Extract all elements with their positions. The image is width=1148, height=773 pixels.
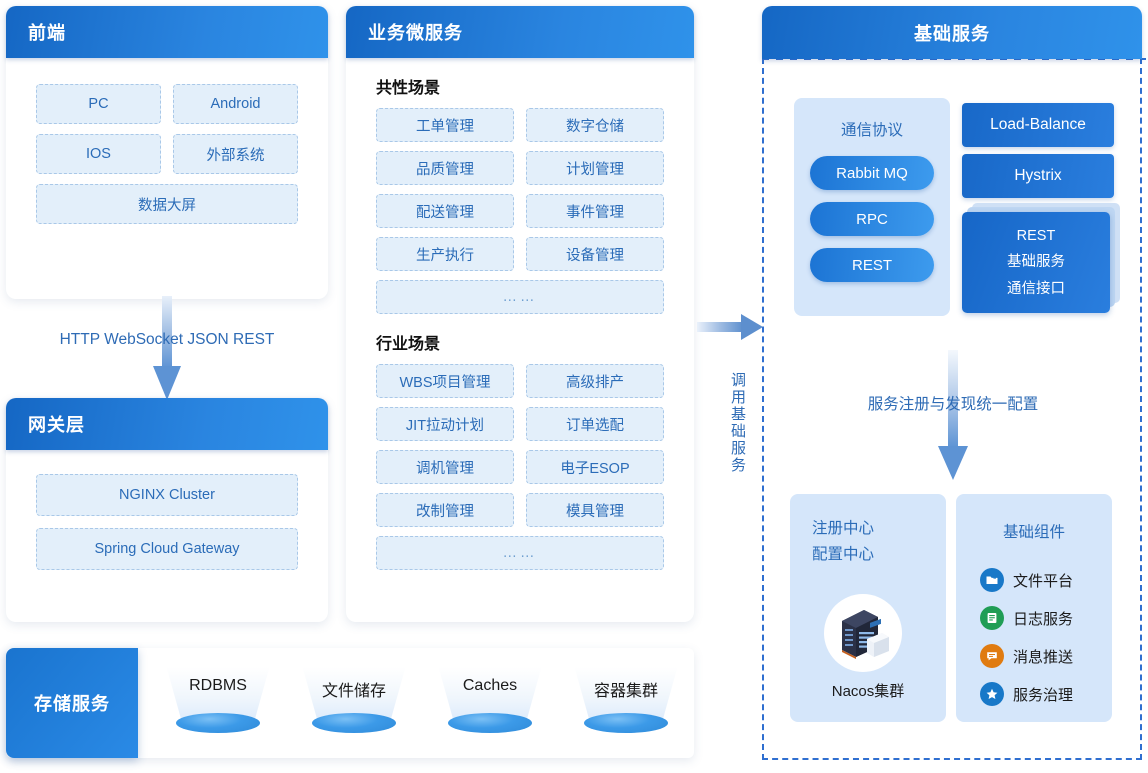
ms-item-equipment[interactable]: 设备管理 — [526, 237, 664, 271]
ms-industry-more[interactable]: …… — [376, 536, 664, 570]
gateway-items: NGINX Cluster Spring Cloud Gateway — [6, 450, 328, 570]
storage-item-label: RDBMS — [189, 677, 247, 694]
ms-item-delivery[interactable]: 配送管理 — [376, 194, 514, 228]
component-label: 服务治理 — [1013, 686, 1074, 704]
common-scenarios-items: 工单管理 数字仓储 品质管理 计划管理 配送管理 事件管理 生产执行 设备管理 … — [346, 108, 694, 314]
nacos-server-icon — [824, 594, 902, 672]
frontend-item-ios[interactable]: IOS — [36, 134, 161, 174]
component-service-governance[interactable]: 服务治理 — [980, 682, 1073, 706]
microservices-header: 业务微服务 — [346, 6, 694, 58]
frontend-title: 前端 — [28, 23, 66, 43]
component-label: 文件平台 — [1013, 572, 1074, 590]
arrow-registry-icon — [938, 350, 968, 480]
ms-item-production-exec[interactable]: 生产执行 — [376, 237, 514, 271]
protocol-pill-rest[interactable]: REST — [810, 248, 934, 282]
industry-scenarios-items: WBS项目管理 高级排产 JIT拉动计划 订单选配 调机管理 电子ESOP 改制… — [346, 364, 694, 570]
funnel-disc — [584, 713, 668, 733]
base-components-box: 基础组件 文件平台 日志服务 消息推送 服务治理 — [956, 494, 1112, 722]
base-components-list: 文件平台 日志服务 消息推送 服务治理 — [980, 568, 1073, 706]
registry-arrow-label: 服务注册与发现统一配置 — [867, 396, 1039, 413]
base-card-hystrix[interactable]: Hystrix — [962, 154, 1114, 198]
gateway-item-nginx-cluster[interactable]: NGINX Cluster — [36, 474, 298, 516]
folder-icon — [980, 568, 1004, 592]
registry-center-box: 注册中心 配置中心 Nacos集群 — [790, 494, 946, 722]
frontend-panel: 前端 PC Android IOS 外部系统 数据大屏 — [6, 6, 328, 299]
base-components-title: 基础组件 — [1002, 524, 1065, 541]
registry-title-line1: 注册中心 — [812, 520, 875, 537]
ms-item-work-order[interactable]: 工单管理 — [376, 108, 514, 142]
ms-item-plan[interactable]: 计划管理 — [526, 151, 664, 185]
protocol-pill-rabbitmq[interactable]: Rabbit MQ — [810, 156, 934, 190]
ms-item-event[interactable]: 事件管理 — [526, 194, 664, 228]
frontend-item-pc[interactable]: PC — [36, 84, 161, 124]
component-log-service[interactable]: 日志服务 — [980, 606, 1073, 630]
architecture-diagram: 前端 PC Android IOS 外部系统 数据大屏 HTTP WebSock… — [0, 0, 1148, 773]
arrow-to-base-service-icon — [697, 314, 763, 340]
ms-item-order-config[interactable]: 订单选配 — [526, 407, 664, 441]
ms-item-wbs-project[interactable]: WBS项目管理 — [376, 364, 514, 398]
storage-title: 存储服务 — [6, 648, 138, 758]
ms-item-jit-plan[interactable]: JIT拉动计划 — [376, 407, 514, 441]
ms-item-quality[interactable]: 品质管理 — [376, 151, 514, 185]
storage-item-file-storage[interactable]: 文件储存 — [298, 667, 410, 739]
storage-item-rdbms[interactable]: RDBMS — [162, 667, 274, 739]
chat-icon — [980, 644, 1004, 668]
protocol-box-title: 通信协议 — [840, 122, 903, 139]
registry-title-line2: 配置中心 — [812, 546, 875, 563]
component-label: 日志服务 — [1013, 610, 1074, 628]
frontend-item-data-screen[interactable]: 数据大屏 — [36, 184, 298, 224]
funnel-disc — [312, 713, 396, 733]
ms-item-mold[interactable]: 模具管理 — [526, 493, 664, 527]
funnel-disc — [176, 713, 260, 733]
storage-item-label: 容器集群 — [593, 683, 658, 700]
protocol-box: 通信协议 Rabbit MQ RPC REST — [794, 98, 950, 316]
call-base-service-label: 调用基础服务 — [729, 372, 746, 474]
frontend-item-external-system[interactable]: 外部系统 — [173, 134, 298, 174]
storage-items: RDBMS 文件储存 Caches 容器集群 — [150, 648, 694, 758]
component-file-platform[interactable]: 文件平台 — [980, 568, 1073, 592]
document-icon — [980, 606, 1004, 630]
rest-stack-front[interactable]: REST 基础服务 通信接口 — [962, 212, 1110, 313]
frontend-gateway-protocol-label: HTTP WebSocket JSON REST — [59, 331, 275, 348]
base-card-rest-stack[interactable]: REST 基础服务 通信接口 — [962, 203, 1120, 313]
rest-card-line1: REST — [1016, 227, 1056, 244]
protocol-pill-rpc[interactable]: RPC — [810, 202, 934, 236]
gateway-title: 网关层 — [28, 415, 85, 435]
base-service-title: 基础服务 — [762, 6, 1142, 59]
frontend-items: PC Android IOS 外部系统 数据大屏 — [6, 58, 328, 224]
ms-item-digital-warehouse[interactable]: 数字仓储 — [526, 108, 664, 142]
component-label: 消息推送 — [1013, 648, 1074, 666]
rest-card-line3: 通信接口 — [1007, 280, 1065, 297]
microservices-title: 业务微服务 — [368, 23, 463, 43]
gateway-panel: 网关层 NGINX Cluster Spring Cloud Gateway — [6, 398, 328, 622]
storage-item-label: 文件储存 — [321, 683, 386, 700]
industry-scenarios-heading: 行业场景 — [376, 336, 441, 353]
storage-item-label: Caches — [462, 677, 518, 694]
rest-card-line2: 基础服务 — [1007, 253, 1065, 270]
ms-item-machine-adjust[interactable]: 调机管理 — [376, 450, 514, 484]
frontend-header: 前端 — [6, 6, 328, 58]
gateway-item-spring-cloud-gateway[interactable]: Spring Cloud Gateway — [36, 528, 298, 570]
protocol-pills: Rabbit MQ RPC REST — [810, 156, 934, 282]
storage-item-container-cluster[interactable]: 容器集群 — [570, 667, 682, 739]
frontend-item-android[interactable]: Android — [173, 84, 298, 124]
nacos-caption: Nacos集群 — [831, 683, 905, 700]
ms-common-more[interactable]: …… — [376, 280, 664, 314]
ms-item-electronic-esop[interactable]: 电子ESOP — [526, 450, 664, 484]
ms-item-advanced-scheduling[interactable]: 高级排产 — [526, 364, 664, 398]
gateway-header: 网关层 — [6, 398, 328, 450]
base-card-load-balance[interactable]: Load-Balance — [962, 103, 1114, 147]
common-scenarios-heading: 共性场景 — [376, 80, 441, 97]
funnel-disc — [448, 713, 532, 733]
microservices-panel: 业务微服务 共性场景 工单管理 数字仓储 品质管理 计划管理 配送管理 事件管理… — [346, 6, 694, 622]
ms-item-modification[interactable]: 改制管理 — [376, 493, 514, 527]
component-message-push[interactable]: 消息推送 — [980, 644, 1073, 668]
star-icon — [980, 682, 1004, 706]
storage-item-caches[interactable]: Caches — [434, 667, 546, 739]
